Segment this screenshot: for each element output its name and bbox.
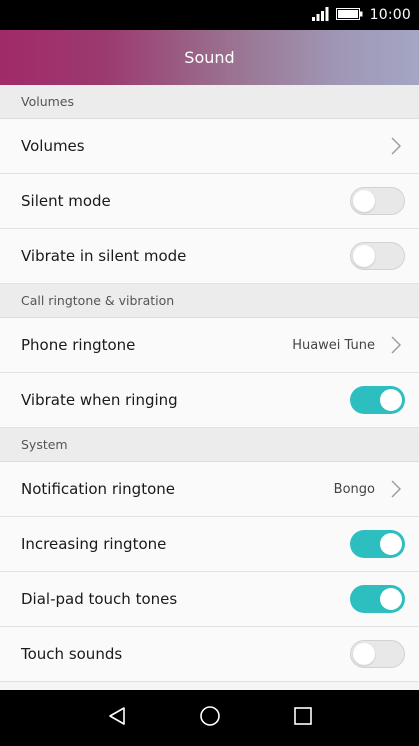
recents-button[interactable] (256, 690, 349, 746)
home-button[interactable] (163, 690, 256, 746)
status-time: 10:00 (369, 7, 411, 23)
row-value: Bongo (333, 481, 375, 497)
section-title: System (21, 437, 68, 452)
vibrate-ringing-toggle[interactable] (350, 386, 405, 414)
toggle-knob (353, 245, 375, 267)
silent-mode-toggle[interactable] (350, 187, 405, 215)
row-phone-ringtone[interactable]: Phone ringtone Huawei Tune (0, 318, 419, 373)
dialpad-tones-toggle[interactable] (350, 585, 405, 613)
navigation-bar (0, 690, 419, 746)
row-dialpad-tones[interactable]: Dial-pad touch tones (0, 572, 419, 627)
section-header-call: Call ringtone & vibration (0, 284, 419, 318)
status-bar: 10:00 (0, 0, 419, 30)
page-title: Sound (184, 48, 235, 67)
row-value: Huawei Tune (292, 337, 375, 353)
row-increasing-ringtone[interactable]: Increasing ringtone (0, 517, 419, 572)
toggle-knob (353, 643, 375, 665)
section-header-system: System (0, 428, 419, 462)
recents-icon (293, 707, 312, 729)
toggle-knob (380, 533, 402, 555)
section-title: Call ringtone & vibration (21, 293, 175, 308)
chevron-right-icon (387, 480, 405, 498)
increasing-ringtone-toggle[interactable] (350, 530, 405, 558)
vibrate-silent-toggle[interactable] (350, 242, 405, 270)
battery-icon (335, 6, 364, 25)
signal-icon (311, 6, 330, 25)
home-icon (199, 705, 221, 731)
status-icons: 10:00 (311, 0, 411, 30)
row-label: Volumes (21, 137, 85, 155)
toggle-knob (380, 588, 402, 610)
app-header: Sound (0, 30, 419, 85)
row-vibrate-ringing[interactable]: Vibrate when ringing (0, 373, 419, 428)
settings-list: Volumes Volumes Silent mode Vibrate in s… (0, 85, 419, 690)
row-label: Dial-pad touch tones (21, 590, 178, 608)
row-notification-ringtone[interactable]: Notification ringtone Bongo (0, 462, 419, 517)
row-vibrate-silent[interactable]: Vibrate in silent mode (0, 229, 419, 284)
row-label: Vibrate in silent mode (21, 247, 187, 265)
section-header-volumes: Volumes (0, 85, 419, 119)
chevron-right-icon (387, 336, 405, 354)
toggle-knob (380, 389, 402, 411)
row-label: Notification ringtone (21, 480, 175, 498)
row-label: Increasing ringtone (21, 535, 167, 553)
row-label: Phone ringtone (21, 336, 136, 354)
row-label: Touch sounds (21, 645, 123, 663)
touch-sounds-toggle[interactable] (350, 640, 405, 668)
back-icon (107, 706, 127, 730)
chevron-right-icon (387, 137, 405, 155)
row-label: Vibrate when ringing (21, 391, 178, 409)
back-button[interactable] (70, 690, 163, 746)
row-silent-mode[interactable]: Silent mode (0, 174, 419, 229)
row-touch-sounds[interactable]: Touch sounds (0, 627, 419, 682)
row-label: Silent mode (21, 192, 111, 210)
row-volumes[interactable]: Volumes (0, 119, 419, 174)
toggle-knob (353, 190, 375, 212)
section-title: Volumes (21, 94, 75, 109)
